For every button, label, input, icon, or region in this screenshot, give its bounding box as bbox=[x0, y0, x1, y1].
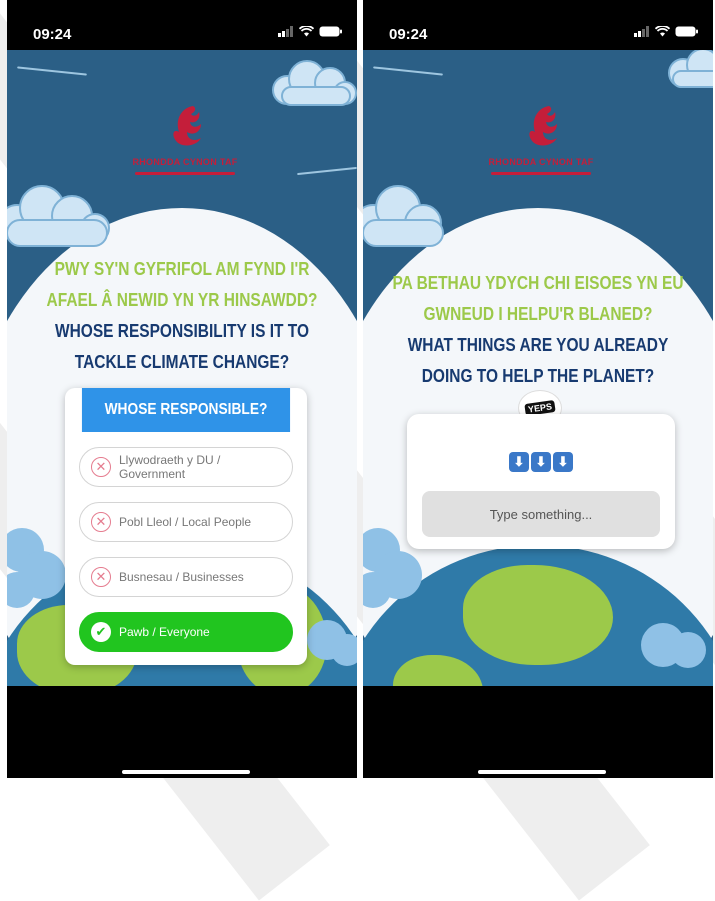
emoji-row: ⬇ ⬇ ⬇ bbox=[407, 452, 675, 472]
question-sticker-card: ⬇ ⬇ ⬇ Type something... bbox=[407, 414, 675, 549]
signal-icon bbox=[278, 26, 293, 37]
question-english-line1: WHAT THINGS ARE YOU ALREADY bbox=[407, 335, 669, 355]
down-arrow-icon: ⬇ bbox=[553, 452, 573, 472]
option-label: Llywodraeth y DU / Government bbox=[119, 453, 220, 481]
down-arrow-icon: ⬇ bbox=[509, 452, 529, 472]
cloud-icon bbox=[272, 60, 357, 106]
check-circle-icon: ✔ bbox=[91, 622, 111, 642]
cloud-icon bbox=[641, 623, 706, 668]
status-time: 09:24 bbox=[389, 26, 428, 43]
rct-logo: RHONDDA CYNON TAF bbox=[471, 102, 611, 182]
land-shape bbox=[463, 565, 613, 665]
poll-header: WHOSE RESPONSIBLE? bbox=[81, 388, 291, 432]
question-english-line2: TACKLE CLIMATE CHANGE? bbox=[74, 352, 290, 372]
sky-streak bbox=[297, 166, 357, 176]
right-phone-screenshot: 09:24 RHONDDA CYNON TAF PA BETHAU YDYCH … bbox=[363, 0, 713, 778]
dragon-logo-icon bbox=[173, 106, 201, 146]
cloud-icon bbox=[307, 620, 357, 666]
option-label: Pawb / Everyone bbox=[119, 625, 210, 639]
cloud-icon bbox=[668, 50, 713, 88]
land-shape bbox=[393, 655, 483, 686]
battery-icon bbox=[319, 26, 342, 37]
cloud-icon bbox=[363, 185, 444, 247]
signal-icon bbox=[634, 26, 649, 37]
logo-underline bbox=[135, 172, 235, 175]
option-label: Busnesau / Businesses bbox=[119, 570, 244, 584]
story-screen: RHONDDA CYNON TAF PA BETHAU YDYCH CHI EI… bbox=[363, 50, 713, 686]
story-screen: RHONDDA CYNON TAF PWY SY'N GYFRIFOL AM F… bbox=[7, 50, 357, 686]
left-phone-screenshot: 09:24 RHONDDA CYNON TAF PWY SY'N GYFRIFO… bbox=[7, 0, 357, 778]
question-welsh-line2: GWNEUD I HELPU'R BLANED? bbox=[423, 304, 653, 324]
poll-option-everyone[interactable]: ✔ Pawb / Everyone bbox=[79, 612, 293, 652]
logo-text: RHONDDA CYNON TAF bbox=[488, 157, 594, 167]
status-bar: 09:24 bbox=[7, 0, 357, 50]
logo-text: RHONDDA CYNON TAF bbox=[132, 157, 238, 167]
poll-card: WHOSE RESPONSIBLE? ✕ Llywodraeth y DU / G… bbox=[65, 388, 307, 665]
battery-icon bbox=[675, 26, 698, 37]
option-label-line1: Llywodraeth y DU / bbox=[119, 453, 221, 467]
rct-logo: RHONDDA CYNON TAF bbox=[115, 102, 255, 182]
cloud-icon bbox=[7, 185, 110, 247]
poll-option-businesses[interactable]: ✕ Busnesau / Businesses bbox=[79, 557, 293, 597]
option-label: Pobl Lleol / Local People bbox=[119, 515, 252, 529]
status-icons bbox=[634, 26, 699, 37]
question-welsh-line1: PWY SY'N GYFRIFOL AM FYND I'R bbox=[54, 259, 310, 279]
option-label-line2: Government bbox=[119, 467, 186, 481]
wifi-icon bbox=[299, 26, 314, 37]
question-english-line1: WHOSE RESPONSIBILITY IS IT TO bbox=[54, 321, 310, 341]
sky-streak bbox=[373, 66, 443, 76]
x-circle-icon: ✕ bbox=[91, 457, 111, 477]
x-circle-icon: ✕ bbox=[91, 567, 111, 587]
x-circle-icon: ✕ bbox=[91, 512, 111, 532]
poll-option-local-people[interactable]: ✕ Pobl Lleol / Local People bbox=[79, 502, 293, 542]
home-indicator[interactable] bbox=[122, 770, 250, 774]
status-icons bbox=[278, 26, 343, 37]
home-indicator[interactable] bbox=[478, 770, 606, 774]
sky-streak bbox=[17, 66, 87, 76]
answer-input[interactable]: Type something... bbox=[422, 491, 660, 537]
down-arrow-icon: ⬇ bbox=[531, 452, 551, 472]
question-english-line2: DOING TO HELP THE PLANET? bbox=[421, 366, 655, 386]
question-welsh-line2: AFAEL Â NEWID YN YR HINSAWDD? bbox=[46, 290, 318, 310]
status-bar: 09:24 bbox=[363, 0, 713, 50]
wifi-icon bbox=[655, 26, 670, 37]
dragon-logo-icon bbox=[529, 106, 557, 146]
logo-underline bbox=[491, 172, 591, 175]
status-time: 09:24 bbox=[33, 26, 72, 43]
poll-option-government[interactable]: ✕ Llywodraeth y DU / Government bbox=[79, 447, 293, 487]
question-welsh-line1: PA BETHAU YDYCH CHI EISOES YN EU bbox=[392, 273, 684, 293]
